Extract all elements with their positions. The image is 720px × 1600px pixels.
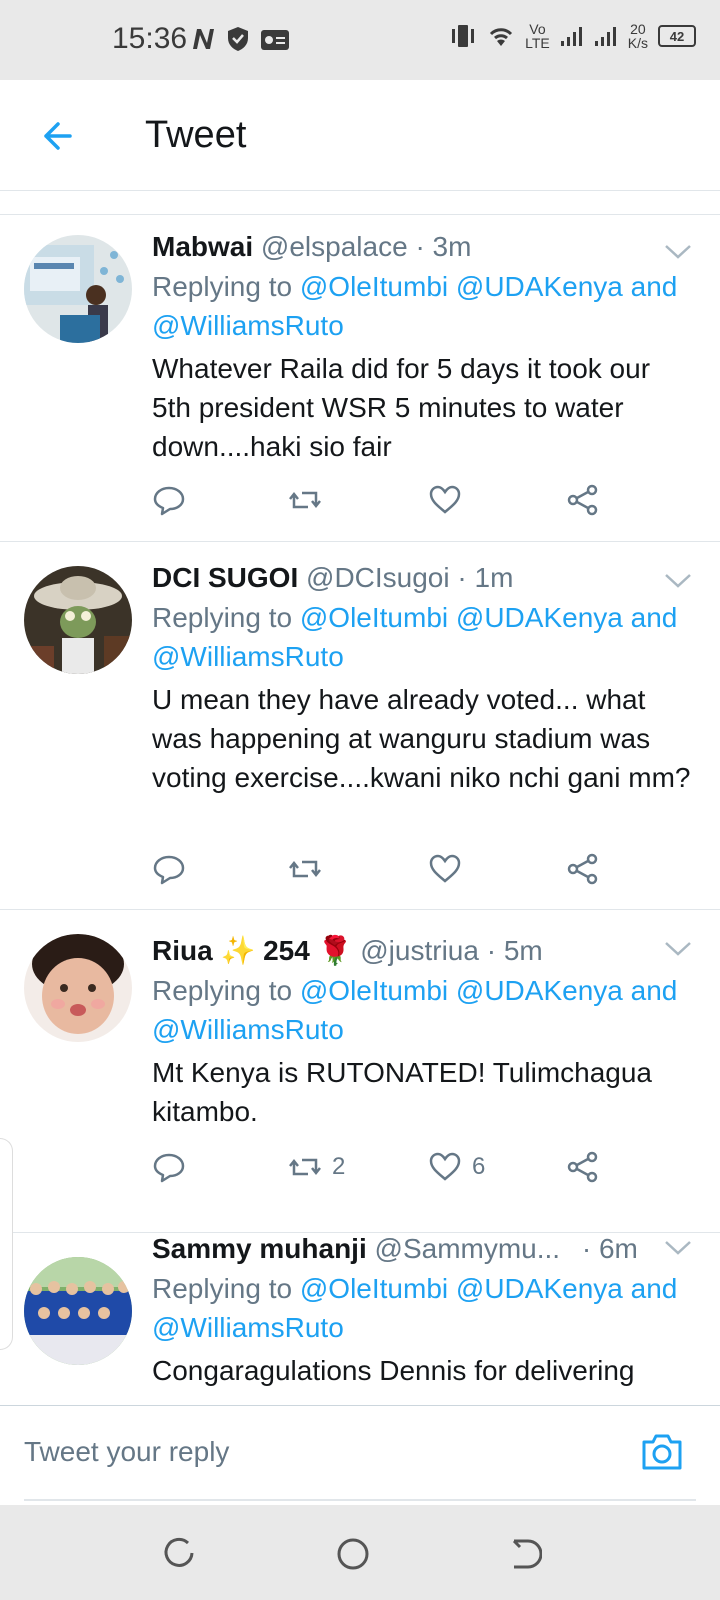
- net-speed: 20 K/s: [627, 21, 648, 51]
- user-handle[interactable]: @elspalace: [261, 231, 408, 262]
- chevron-down-icon[interactable]: [664, 1239, 692, 1257]
- mention-link[interactable]: @OleItumbi: [300, 271, 448, 302]
- divider: [24, 1499, 696, 1501]
- avatar[interactable]: [24, 934, 132, 1042]
- like-button[interactable]: [428, 852, 472, 886]
- mention-link[interactable]: @UDAKenya: [456, 271, 623, 302]
- chevron-down-icon[interactable]: [664, 940, 692, 958]
- share-button[interactable]: [566, 1150, 600, 1184]
- user-handle[interactable]: @Sammymu...: [375, 1233, 561, 1264]
- tweet-time: · 3m: [415, 231, 472, 262]
- reply-button[interactable]: [152, 852, 186, 886]
- retweet-button[interactable]: 2: [288, 1150, 345, 1184]
- tweet-item[interactable]: Riua ✨ 254 🌹 @justriua · 5m Replying to …: [0, 910, 720, 1233]
- chevron-down-icon[interactable]: [664, 572, 692, 590]
- radio-icon: [261, 30, 289, 50]
- notification-n-icon: [193, 29, 214, 49]
- heart-icon: [429, 485, 461, 514]
- display-name[interactable]: Mabwai: [152, 231, 253, 262]
- mention-link[interactable]: @OleItumbi: [300, 602, 448, 633]
- wifi-icon: [490, 28, 513, 46]
- page-title: Tweet: [145, 114, 247, 156]
- retweet-button[interactable]: [288, 852, 332, 886]
- retweet-button[interactable]: [288, 483, 332, 517]
- replying-to: Replying to @OleItumbi @UDAKenya and @Wi…: [152, 602, 678, 672]
- back-icon[interactable]: [508, 1537, 542, 1571]
- vibrate-icon: [452, 25, 475, 47]
- avatar[interactable]: [24, 235, 132, 343]
- back-arrow-icon[interactable]: [36, 116, 76, 156]
- user-handle[interactable]: @DCIsugoi: [306, 562, 450, 593]
- top-app-bar: Tweet: [0, 80, 720, 191]
- tweet-actions: [152, 483, 632, 523]
- reply-composer: Tweet your reply: [0, 1405, 720, 1501]
- retweet-icon: [289, 1158, 321, 1176]
- like-count: 6: [472, 1153, 486, 1180]
- tweet-actions: [152, 852, 632, 892]
- network-type: Vo LTE: [525, 21, 550, 51]
- retweet-icon: [289, 491, 321, 509]
- mention-link[interactable]: @OleItumbi: [300, 1273, 448, 1304]
- reply-input[interactable]: Tweet your reply: [24, 1436, 229, 1468]
- mention-link[interactable]: @UDAKenya: [456, 975, 623, 1006]
- user-handle[interactable]: @justriua: [360, 935, 479, 966]
- home-icon[interactable]: [336, 1537, 370, 1571]
- reply-icon: [153, 486, 185, 516]
- mention-link[interactable]: @WilliamsRuto: [152, 1014, 344, 1045]
- system-nav-bar: [0, 1505, 720, 1600]
- display-name[interactable]: Sammy muhanji: [152, 1233, 367, 1264]
- reply-button[interactable]: [152, 483, 186, 517]
- status-time: 15:36: [112, 22, 188, 55]
- tweet-text: Congaragulations Dennis for delivering: [152, 1355, 635, 1386]
- shield-icon: [228, 27, 248, 51]
- tweet-item[interactable]: DCI SUGOI @DCIsugoi · 1m Replying to @Ol…: [0, 542, 720, 910]
- mention-link[interactable]: @WilliamsRuto: [152, 310, 344, 341]
- mention-link[interactable]: @OleItumbi: [300, 975, 448, 1006]
- replying-to: Replying to @OleItumbi @UDAKenya and @Wi…: [152, 975, 678, 1045]
- like-button[interactable]: [428, 483, 472, 517]
- status-bar: 15:36 Vo LTE 20 K/s 42: [0, 0, 720, 80]
- tweet-item[interactable]: Sammy muhanji @Sammymu... · 6m Replying …: [0, 1233, 720, 1405]
- heart-icon: [429, 854, 461, 883]
- display-name[interactable]: Riua ✨ 254 🌹: [152, 935, 352, 966]
- battery-icon: 42: [658, 25, 696, 47]
- share-button[interactable]: [566, 483, 600, 517]
- tweet-text: Whatever Raila did for 5 days it took ou…: [152, 353, 651, 462]
- signal-icon-1: [560, 27, 582, 46]
- reply-button[interactable]: [152, 1150, 186, 1184]
- replying-to: Replying to @OleItumbi @UDAKenya and @Wi…: [152, 271, 678, 341]
- tweet-text: U mean they have already voted... what w…: [152, 684, 691, 793]
- like-button[interactable]: 6: [428, 1150, 485, 1184]
- retweet-icon: [289, 860, 321, 878]
- mention-link[interactable]: @UDAKenya: [456, 602, 623, 633]
- retweet-count: 2: [332, 1153, 346, 1180]
- tweet-text: Mt Kenya is RUTONATED! Tulimchagua kitam…: [152, 1057, 653, 1127]
- tweet-item[interactable]: Mabwai @elspalace · 3m Replying to @OleI…: [0, 215, 720, 542]
- camera-icon[interactable]: [640, 1430, 684, 1474]
- recent-apps-icon[interactable]: [162, 1537, 196, 1571]
- reply-icon: [153, 855, 185, 885]
- share-button[interactable]: [566, 852, 600, 886]
- share-icon: [567, 484, 598, 516]
- tweet-time: · 1m: [457, 562, 514, 593]
- share-icon: [567, 853, 598, 885]
- share-icon: [567, 1151, 598, 1183]
- chevron-down-icon[interactable]: [664, 243, 692, 261]
- avatar[interactable]: [24, 1257, 132, 1365]
- reply-icon: [153, 1153, 185, 1183]
- mention-link[interactable]: @WilliamsRuto: [152, 1312, 344, 1343]
- heart-icon: [429, 1152, 461, 1181]
- signal-icon-2: [594, 27, 616, 46]
- tweet-time: · 6m: [581, 1233, 638, 1264]
- tweet-actions: 2 6: [152, 1150, 632, 1190]
- display-name[interactable]: DCI SUGOI: [152, 562, 298, 593]
- mention-link[interactable]: @WilliamsRuto: [152, 641, 344, 672]
- replying-to: Replying to @OleItumbi @UDAKenya and @Wi…: [152, 1273, 678, 1343]
- mention-link[interactable]: @UDAKenya: [456, 1273, 623, 1304]
- tweet-time: · 5m: [486, 935, 543, 966]
- avatar[interactable]: [24, 566, 132, 674]
